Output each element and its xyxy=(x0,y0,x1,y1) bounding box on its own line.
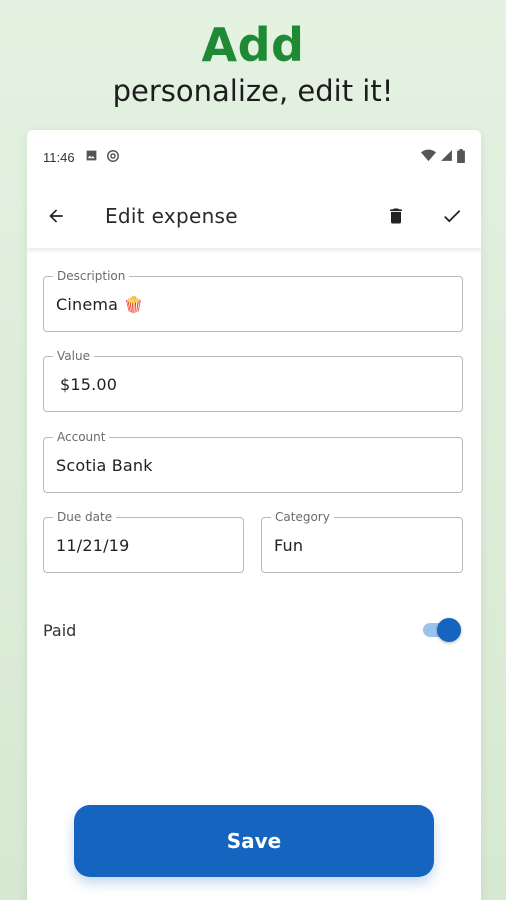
page-title: Edit expense xyxy=(105,204,238,228)
paid-toggle[interactable] xyxy=(423,618,461,642)
due-date-value[interactable]: 11/21/19 xyxy=(56,536,129,555)
category-label: Category xyxy=(271,510,334,524)
delete-icon[interactable] xyxy=(383,203,409,229)
due-date-field[interactable]: Due date 11/21/19 xyxy=(43,510,244,573)
due-date-label: Due date xyxy=(53,510,117,524)
image-icon xyxy=(85,149,98,165)
description-label: Description xyxy=(53,269,130,283)
wifi-icon xyxy=(421,149,436,165)
at-sign-icon xyxy=(106,149,120,166)
account-value[interactable]: Scotia Bank xyxy=(56,456,153,475)
description-field[interactable]: Description Cinema 🍿 xyxy=(43,269,463,332)
account-label: Account xyxy=(53,430,110,444)
category-value[interactable]: Fun xyxy=(274,536,303,555)
value-value[interactable]: $15.00 xyxy=(60,375,117,394)
promo-title: Add xyxy=(201,18,305,72)
category-field[interactable]: Category Fun xyxy=(261,510,463,573)
signal-icon xyxy=(440,149,453,165)
check-icon[interactable] xyxy=(439,203,465,229)
status-time: 11:46 xyxy=(43,149,75,165)
battery-icon xyxy=(457,148,465,166)
phone-screen: 11:46 Edit expense Description Cinema 🍿 … xyxy=(27,130,481,900)
app-bar: Edit expense xyxy=(27,184,481,248)
paid-label: Paid xyxy=(43,620,77,640)
save-button[interactable]: Save xyxy=(74,805,434,877)
description-value[interactable]: Cinema 🍿 xyxy=(56,295,144,314)
value-field[interactable]: Value $15.00 xyxy=(43,349,463,412)
back-arrow-icon[interactable] xyxy=(43,203,69,229)
paid-row: Paid xyxy=(43,618,461,642)
promo-subtitle: personalize, edit it! xyxy=(112,74,394,108)
paid-toggle-thumb xyxy=(437,618,461,642)
status-bar: 11:46 xyxy=(27,130,481,184)
account-field[interactable]: Account Scotia Bank xyxy=(43,430,463,493)
value-label: Value xyxy=(53,349,94,363)
